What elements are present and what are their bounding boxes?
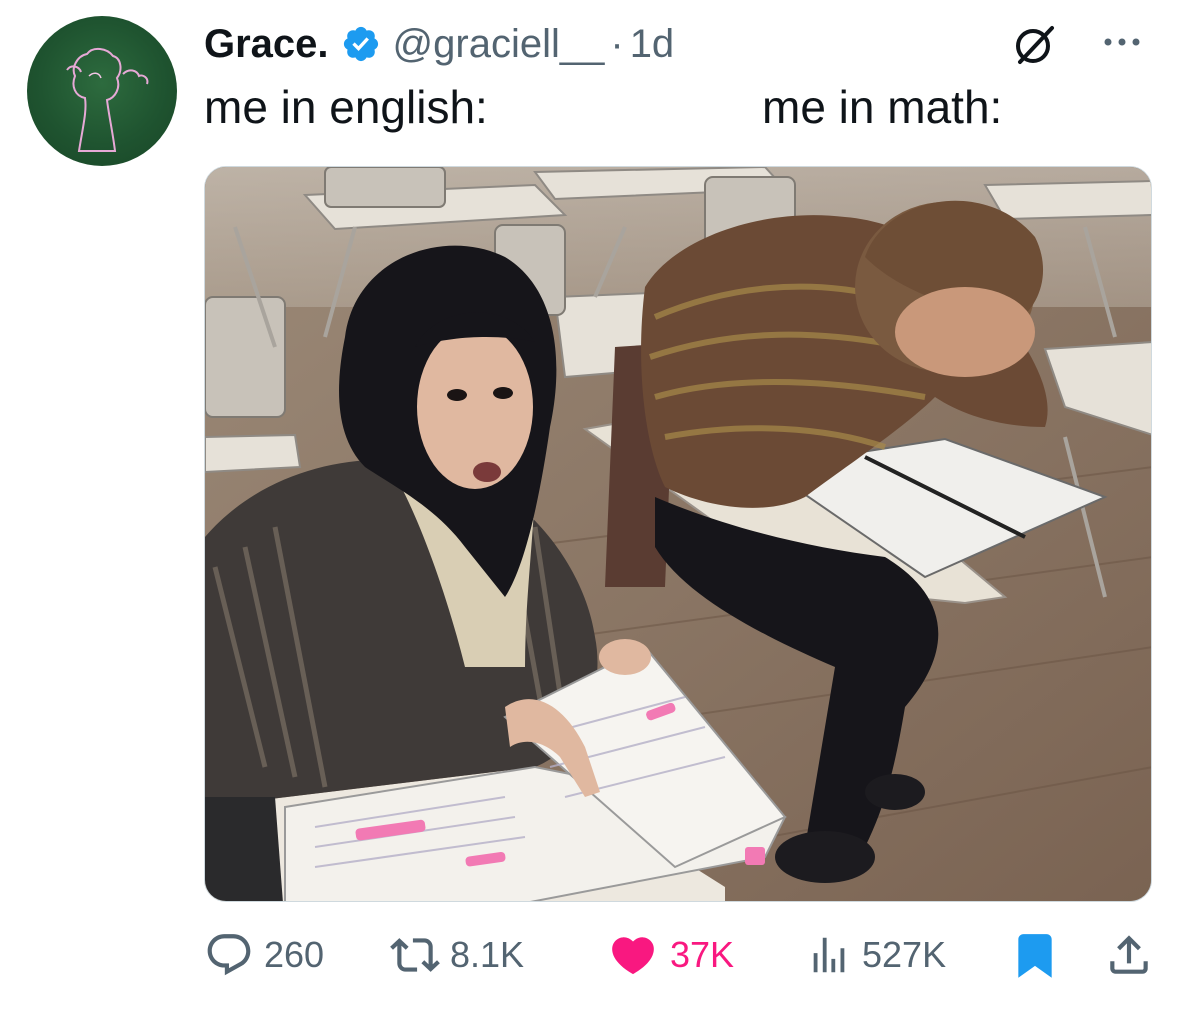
tweet-header: Grace. @graciell__ · 1d: [204, 16, 674, 72]
retweet-button[interactable]: 8.1K: [390, 920, 524, 990]
like-count: 37K: [670, 934, 735, 975]
reply-button[interactable]: 260: [204, 920, 324, 990]
tweet-actions: 260 8.1K 37K 527K: [204, 920, 1154, 990]
like-button[interactable]: 37K: [606, 920, 734, 990]
avatar-image: [66, 48, 149, 152]
share-icon: [1110, 935, 1148, 974]
views-chart-icon: [813, 937, 845, 973]
bookmark-icon: [1018, 934, 1052, 978]
views-button[interactable]: 527K: [806, 920, 946, 990]
reply-count: 260: [264, 934, 325, 975]
classroom-photo: [205, 167, 1151, 901]
verified-badge-icon[interactable]: [341, 24, 381, 64]
author-handle[interactable]: @graciell__: [393, 22, 605, 67]
retweet-count: 8.1K: [450, 934, 525, 975]
heart-icon: [612, 937, 654, 975]
bookmark-button[interactable]: [1010, 920, 1060, 990]
tweet-text-right: me in math:: [762, 81, 1003, 133]
share-button[interactable]: [1104, 920, 1154, 990]
avatar[interactable]: [27, 16, 177, 166]
reply-icon: [207, 934, 251, 976]
tweet-time[interactable]: 1d: [630, 22, 675, 67]
retweet-icon: [390, 938, 440, 972]
author-name[interactable]: Grace.: [204, 22, 329, 67]
tweet-photo[interactable]: [204, 166, 1152, 902]
tweet-text-left: me in english:: [204, 81, 488, 133]
grok-icon[interactable]: [1012, 22, 1058, 68]
more-icon[interactable]: [1100, 32, 1144, 52]
separator-dot: ·: [610, 21, 624, 66]
views-count: 527K: [862, 934, 947, 975]
